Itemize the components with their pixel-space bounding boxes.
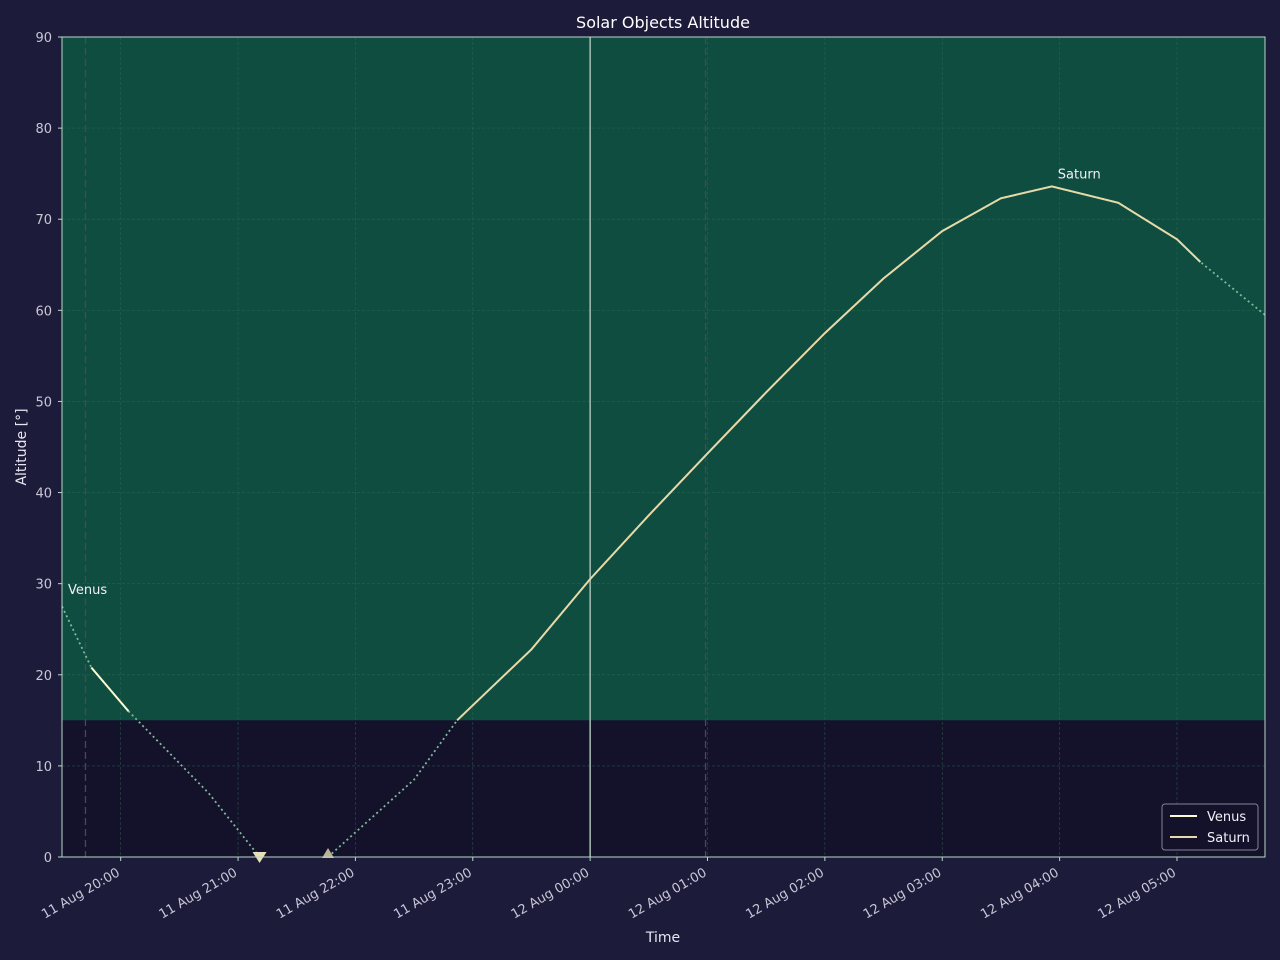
x-tick-label: 11 Aug 23:00 <box>391 865 474 922</box>
altitude-chart: Venus Saturn 0 10 20 30 40 50 60 70 80 90 11 Aug 2… <box>14 13 1266 946</box>
peak-label-venus: Venus <box>68 583 107 598</box>
plot-background <box>62 37 1265 857</box>
y-axis-ticks: 0 10 20 30 40 50 60 70 80 90 <box>35 31 62 866</box>
y-axis-label: Altitude [°] <box>14 408 30 485</box>
x-axis-label: Time <box>645 930 680 946</box>
y-tick-label: 50 <box>35 395 52 410</box>
y-tick-label: 30 <box>35 578 52 593</box>
x-tick-label: 12 Aug 01:00 <box>626 865 709 922</box>
legend-label-venus: Venus <box>1207 810 1246 825</box>
y-tick-label: 10 <box>35 760 52 775</box>
y-tick-label: 90 <box>35 31 52 46</box>
y-tick-label: 70 <box>35 213 52 228</box>
x-tick-label: 12 Aug 04:00 <box>978 865 1061 922</box>
legend-label-saturn: Saturn <box>1207 831 1250 846</box>
chart-title: Solar Objects Altitude <box>576 13 750 32</box>
legend: Venus Saturn <box>1161 803 1259 851</box>
x-tick-label: 12 Aug 00:00 <box>509 865 592 922</box>
y-tick-label: 80 <box>35 122 52 137</box>
y-tick-label: 40 <box>35 487 52 502</box>
x-tick-label: 12 Aug 05:00 <box>1096 865 1179 922</box>
x-tick-label: 11 Aug 21:00 <box>157 865 240 922</box>
peak-label-saturn: Saturn <box>1058 167 1101 182</box>
x-axis-ticks: 11 Aug 20:00 11 Aug 21:00 11 Aug 22:00 11 A… <box>39 857 1179 922</box>
x-tick-label: 11 Aug 20:00 <box>39 865 122 922</box>
x-tick-label: 11 Aug 22:00 <box>274 865 357 922</box>
x-tick-label: 12 Aug 03:00 <box>861 865 944 922</box>
y-tick-label: 60 <box>35 304 52 319</box>
y-tick-label: 20 <box>35 669 52 684</box>
observable-zone <box>62 37 1265 721</box>
x-tick-label: 12 Aug 02:00 <box>743 865 826 922</box>
below-altitude-limit-zone <box>62 720 1265 857</box>
y-tick-label: 0 <box>44 851 52 866</box>
